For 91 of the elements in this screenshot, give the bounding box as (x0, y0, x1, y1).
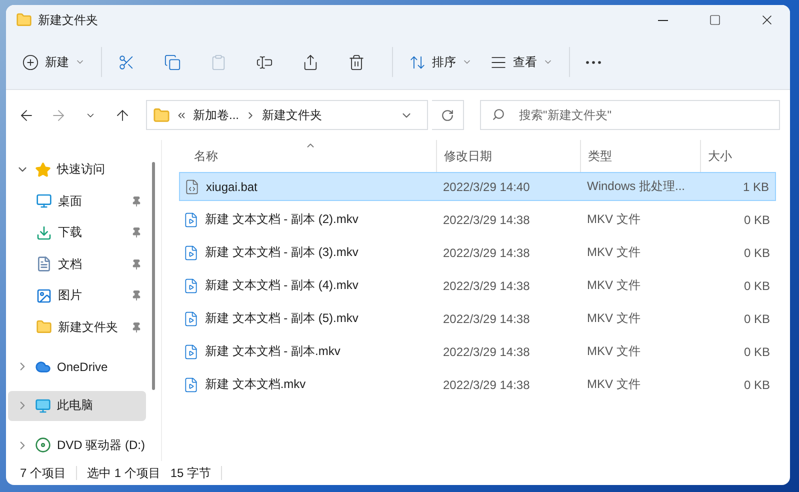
document-icon (36, 256, 52, 272)
desktop-icon (36, 193, 52, 210)
sidebar-item[interactable]: OneDrive (8, 352, 146, 382)
table-cell-text: 0 KB (742, 244, 771, 262)
view-button[interactable]: 查看 (482, 45, 561, 79)
search-icon (492, 108, 505, 121)
sidebar-label: 图片 (58, 287, 83, 304)
table-cell-text: 2022/3/29 14:38 (442, 244, 531, 262)
disc-icon (35, 437, 51, 454)
column-header[interactable]: 名称 (179, 140, 436, 172)
sidebar-label: OneDrive (57, 360, 109, 374)
sidebar-label: 新建文件夹 (58, 318, 119, 336)
table-cell-text: MKV 文件 (586, 277, 642, 294)
sidebar-item[interactable]: 文档 (8, 249, 146, 279)
table-cell-text: MKV 文件 (586, 244, 642, 261)
download-icon (36, 224, 52, 241)
file-name-cell[interactable]: 新建 文本文档 - 副本 (3).mkv (179, 238, 436, 267)
sidebar-label: 桌面 (58, 192, 83, 210)
table-cell-text: 0 KB (742, 310, 771, 328)
table-cell-text: 2022/3/29 14:38 (442, 212, 531, 228)
status-text: 15 字节 (170, 464, 212, 482)
video-file-icon (183, 212, 199, 228)
table-cell: Windows 批处理... (580, 172, 700, 201)
sidebar-item[interactable]: 图片 (8, 280, 146, 310)
sidebar-label: 快速访问 (57, 161, 106, 178)
star-icon (35, 162, 51, 178)
monitor-icon (35, 398, 51, 414)
scrollbar-thumb[interactable] (152, 162, 155, 390)
cloud-icon (35, 358, 51, 374)
file-name-cell[interactable]: 新建 文本文档.mkv (179, 370, 436, 399)
video-file-icon (183, 310, 199, 326)
table-cell-text: 2022/3/29 14:38 (442, 278, 531, 294)
file-name-cell[interactable]: xiugai.bat (179, 172, 436, 201)
more-icon (586, 60, 601, 64)
table-cell-text: 0 KB (742, 212, 771, 228)
folder-icon (153, 106, 170, 124)
file-name-cell[interactable]: 新建 文本文档 - 副本 (4).mkv (179, 271, 436, 300)
sidebar-item[interactable]: 下载 (8, 218, 146, 248)
status-text: 7 个项目 (20, 464, 66, 482)
search-field[interactable]: 搜索"新建文件夹" (480, 100, 780, 130)
folder-icon (36, 319, 52, 336)
breadcrumb[interactable]: 新建文件夹 (262, 106, 322, 124)
table-cell-text: 0 KB (742, 376, 771, 394)
sidebar-item[interactable]: 此电脑 (8, 391, 146, 421)
table-cell-text: 2022/3/29 14:38 (442, 376, 531, 394)
sidebar-item[interactable]: 新建文件夹 (8, 312, 146, 342)
picture-icon (36, 288, 52, 304)
sort-icon (409, 54, 426, 70)
sidebar-label: DVD 驱动器 (D:) (57, 436, 146, 454)
file-name-cell[interactable]: 新建 文本文档 - 副本.mkv (179, 337, 436, 366)
file-name-cell[interactable]: 新建 文本文档 - 副本 (2).mkv (179, 205, 436, 234)
sort-button[interactable]: 排序 (401, 45, 480, 79)
status-text: 选中 1 个项目 (87, 464, 160, 482)
table-cell: 1 KB (700, 172, 776, 201)
refresh-button[interactable] (432, 100, 464, 130)
sidebar-item[interactable]: 桌面 (8, 186, 146, 216)
video-file-icon (183, 278, 199, 294)
table-cell: 2022/3/29 14:40 (436, 172, 580, 201)
delete-icon (348, 54, 365, 70)
cut-icon (118, 54, 135, 70)
overflow-chevrons-icon (176, 110, 187, 120)
table-cell-text: MKV 文件 (586, 211, 642, 228)
table-cell-text: 2022/3/29 14:38 (442, 310, 531, 328)
table-cell-text: 0 KB (742, 278, 771, 294)
table-cell-text: 0 KB (742, 344, 771, 360)
table-cell-text: MKV 文件 (586, 376, 642, 393)
sidebar-item[interactable]: 快速访问 (8, 155, 146, 184)
rename-icon (256, 54, 273, 70)
share-icon (302, 54, 319, 70)
paste-icon (210, 54, 227, 70)
plus-circle-icon (22, 54, 39, 70)
file-name-cell[interactable]: 新建 文本文档 - 副本 (5).mkv (179, 304, 436, 333)
sidebar-item[interactable]: DVD 驱动器 (D:) (8, 430, 146, 460)
sidebar-label: 此电脑 (57, 397, 94, 414)
window-title: 新建文件夹 (38, 12, 99, 28)
table-cell-text: MKV 文件 (586, 310, 642, 327)
video-file-icon (183, 244, 199, 260)
batch-file-icon (184, 178, 200, 194)
sidebar-label: 文档 (58, 256, 83, 273)
maximize-icon (709, 14, 721, 26)
address-bar[interactable]: 新加卷... 新建文件夹 (146, 100, 428, 130)
breadcrumb[interactable]: 新加卷... (193, 106, 240, 124)
table-cell-text: 2022/3/29 14:38 (442, 344, 531, 360)
copy-icon (164, 54, 181, 70)
refresh-icon (441, 108, 454, 122)
video-file-icon (183, 376, 199, 392)
table-cell-text: MKV 文件 (586, 343, 642, 360)
folder-icon (16, 12, 32, 28)
new-button[interactable]: 新建 (14, 45, 93, 79)
video-file-icon (183, 344, 199, 360)
sidebar-label: 下载 (58, 224, 83, 242)
